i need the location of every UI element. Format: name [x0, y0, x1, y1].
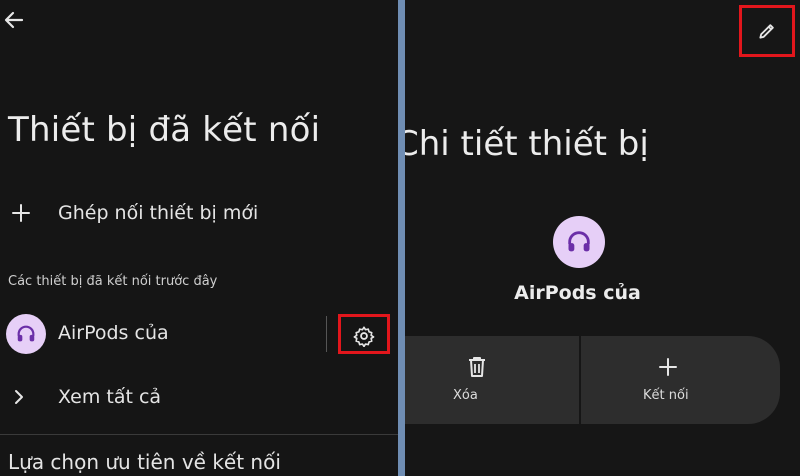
connection-preferences-item[interactable]: Lựa chọn ưu tiên về kết nối — [8, 450, 281, 474]
section-divider — [0, 434, 398, 435]
pair-new-device-label: Ghép nối thiết bị mới — [58, 202, 259, 224]
connected-devices-panel: Thiết bị đã kết nối Ghép nối thiết bị mớ… — [0, 0, 398, 476]
chevron-right-icon — [10, 388, 28, 406]
page-title: Thiết bị đã kết nối — [8, 110, 321, 150]
delete-device-button[interactable]: Xóa — [405, 336, 579, 424]
device-avatar — [6, 314, 46, 354]
pencil-icon — [759, 24, 774, 39]
headphones-icon — [568, 231, 590, 252]
connect-device-button[interactable]: Kết nối — [581, 336, 780, 424]
edit-device-button[interactable] — [739, 5, 795, 57]
device-name: AirPods của — [58, 322, 169, 344]
device-avatar-large — [553, 216, 605, 268]
connect-label: Kết nối — [643, 388, 689, 403]
device-list-item[interactable]: AirPods của — [0, 310, 398, 358]
gear-icon — [353, 326, 375, 347]
see-all-button[interactable]: Xem tất cả — [0, 380, 398, 416]
device-details-panel: Chi tiết thiết bị AirPods của Xóa Kết nố… — [405, 0, 800, 476]
pair-new-device-button[interactable]: Ghép nối thiết bị mới — [0, 196, 398, 232]
row-divider — [326, 316, 327, 352]
see-all-label: Xem tất cả — [58, 386, 162, 408]
previously-connected-header: Các thiết bị đã kết nối trước đây — [8, 274, 218, 289]
trash-icon — [467, 356, 487, 378]
device-action-bar: Xóa Kết nối — [405, 336, 780, 424]
delete-label: Xóa — [453, 388, 478, 403]
plus-icon — [10, 202, 32, 224]
detail-title: Chi tiết thiết bị — [405, 124, 649, 164]
detail-device-name: AirPods của — [514, 282, 641, 304]
headphones-icon — [17, 325, 35, 342]
plus-icon — [657, 356, 679, 378]
device-settings-button[interactable] — [338, 314, 390, 354]
back-arrow-icon[interactable] — [2, 8, 26, 32]
